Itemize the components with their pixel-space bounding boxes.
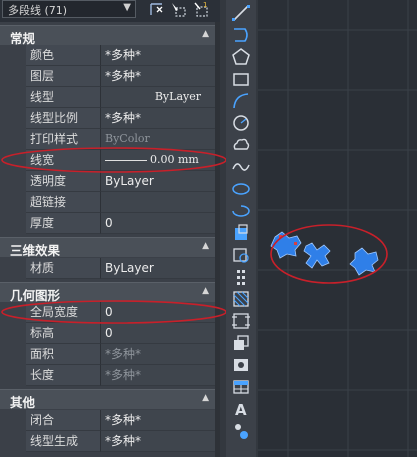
draw-toolbar: A: [226, 0, 256, 457]
property-value[interactable]: 0: [101, 213, 215, 234]
property-value[interactable]: [101, 192, 215, 213]
add-selected-icon[interactable]: [230, 421, 252, 441]
property-value[interactable]: *多种*: [101, 410, 215, 431]
property-value[interactable]: *多种*: [101, 66, 215, 87]
category-general[interactable]: 常规 ▲: [0, 25, 215, 46]
property-row-layer[interactable]: 图层 *多种*: [0, 66, 215, 87]
point-icon[interactable]: [230, 267, 252, 287]
property-name: 线型: [26, 87, 101, 108]
property-row-area[interactable]: 面积 *多种*: [0, 344, 215, 365]
property-row-material[interactable]: 材质 ByLayer: [0, 258, 215, 279]
property-row-transparency[interactable]: 透明度 ByLayer: [0, 171, 215, 192]
selected-polyline-2[interactable]: [303, 242, 331, 269]
make-block-icon[interactable]: [230, 245, 252, 265]
property-row-linetype-generation[interactable]: 线型生成 *多种*: [0, 431, 215, 452]
property-name: 超链接: [26, 192, 101, 213]
selector-label: 多段线 (71): [8, 4, 68, 17]
property-row-thickness[interactable]: 厚度 0: [0, 213, 215, 234]
property-value[interactable]: ByLayer: [101, 171, 215, 192]
properties-palette: 多段线 (71) ▼ 1 常规 ▲ 颜色 *多种* 图层 *多种* 线型 ByL…: [0, 0, 220, 457]
multiline-text-icon[interactable]: A: [230, 399, 252, 419]
property-row-linetype[interactable]: 线型 ByLayer: [0, 87, 215, 108]
property-row-color[interactable]: 颜色 *多种*: [0, 45, 215, 66]
svg-text:1: 1: [203, 1, 207, 9]
category-title: 其他: [10, 395, 36, 410]
rectangle-icon[interactable]: [230, 69, 252, 89]
polyline-icon[interactable]: [230, 25, 252, 45]
property-name: 全局宽度: [26, 302, 101, 323]
spline-icon[interactable]: [230, 157, 252, 177]
arc-icon[interactable]: [230, 91, 252, 111]
selected-polyline-1[interactable]: [270, 231, 302, 259]
circle-icon[interactable]: [230, 113, 252, 133]
property-value: *多种*: [101, 365, 215, 386]
canvas-content: [258, 0, 417, 457]
property-name: 打印样式: [26, 129, 101, 150]
property-name: 长度: [26, 365, 101, 386]
property-value[interactable]: 0: [101, 302, 215, 323]
collapse-icon[interactable]: ▲: [202, 286, 209, 296]
property-row-global-width[interactable]: 全局宽度 0: [0, 302, 215, 323]
hatch-icon[interactable]: [230, 289, 252, 309]
table-icon[interactable]: [230, 377, 252, 397]
property-name: 材质: [26, 258, 101, 279]
collapse-icon[interactable]: ▲: [202, 393, 209, 403]
property-value[interactable]: 0: [101, 323, 215, 344]
collapse-icon[interactable]: ▲: [202, 241, 209, 251]
insert-block-icon[interactable]: [230, 223, 252, 243]
toggle-pickadd-icon[interactable]: 1: [192, 1, 210, 18]
property-value[interactable]: *多种*: [101, 108, 215, 129]
region-icon[interactable]: [230, 333, 252, 353]
property-row-closed[interactable]: 闭合 *多种*: [0, 410, 215, 431]
property-value[interactable]: ByLayer: [101, 87, 215, 108]
lineweight-value: 0.00 mm: [150, 153, 199, 166]
property-name: 图层: [26, 66, 101, 87]
property-name: 线宽: [26, 150, 101, 171]
property-value[interactable]: 0.00 mm: [101, 150, 215, 171]
property-name: 线型生成: [26, 431, 101, 452]
palette-scrollbar[interactable]: [215, 22, 220, 457]
polygon-icon[interactable]: [230, 47, 252, 67]
object-type-selector[interactable]: 多段线 (71) ▼: [2, 0, 136, 18]
property-name: 闭合: [26, 410, 101, 431]
select-objects-icon[interactable]: [170, 1, 188, 18]
lineweight-swatch: [105, 159, 147, 161]
property-row-linetype-scale[interactable]: 线型比例 *多种*: [0, 108, 215, 129]
category-geometry[interactable]: 几何图形 ▲: [0, 282, 215, 303]
property-value[interactable]: *多种*: [101, 431, 215, 452]
property-name: 厚度: [26, 213, 101, 234]
property-row-hyperlink[interactable]: 超链接: [0, 192, 215, 213]
drawing-canvas[interactable]: [258, 0, 417, 457]
property-name: 颜色: [26, 45, 101, 66]
revision-cloud-icon[interactable]: [230, 135, 252, 155]
property-name: 透明度: [26, 171, 101, 192]
collapse-icon[interactable]: ▲: [202, 29, 209, 39]
property-row-length[interactable]: 长度 *多种*: [0, 365, 215, 386]
property-value: ByColor: [101, 129, 215, 150]
selected-polyline-3[interactable]: [349, 247, 379, 276]
property-name: 线型比例: [26, 108, 101, 129]
palette-header: 多段线 (71) ▼ 1: [0, 0, 220, 22]
property-row-lineweight[interactable]: 线宽 0.00 mm: [0, 150, 215, 171]
svg-text:A: A: [235, 401, 247, 419]
property-row-plot-style[interactable]: 打印样式 ByColor: [0, 129, 215, 150]
quick-select-icon[interactable]: [148, 1, 166, 18]
category-misc[interactable]: 其他 ▲: [0, 389, 215, 410]
property-value[interactable]: ByLayer: [101, 258, 215, 279]
category-title: 三维效果: [10, 243, 61, 258]
line-icon[interactable]: [230, 3, 252, 23]
property-value[interactable]: *多种*: [101, 45, 215, 66]
property-name: 标高: [26, 323, 101, 344]
gradient-icon[interactable]: [230, 311, 252, 331]
ellipse-arc-icon[interactable]: [230, 201, 252, 221]
category-3d-effects[interactable]: 三维效果 ▲: [0, 237, 215, 258]
chevron-down-icon[interactable]: ▼: [123, 2, 131, 13]
ellipse-icon[interactable]: [230, 179, 252, 199]
property-name: 面积: [26, 344, 101, 365]
property-row-elevation[interactable]: 标高 0: [0, 323, 215, 344]
property-value: *多种*: [101, 344, 215, 365]
wipeout-icon[interactable]: [230, 355, 252, 375]
